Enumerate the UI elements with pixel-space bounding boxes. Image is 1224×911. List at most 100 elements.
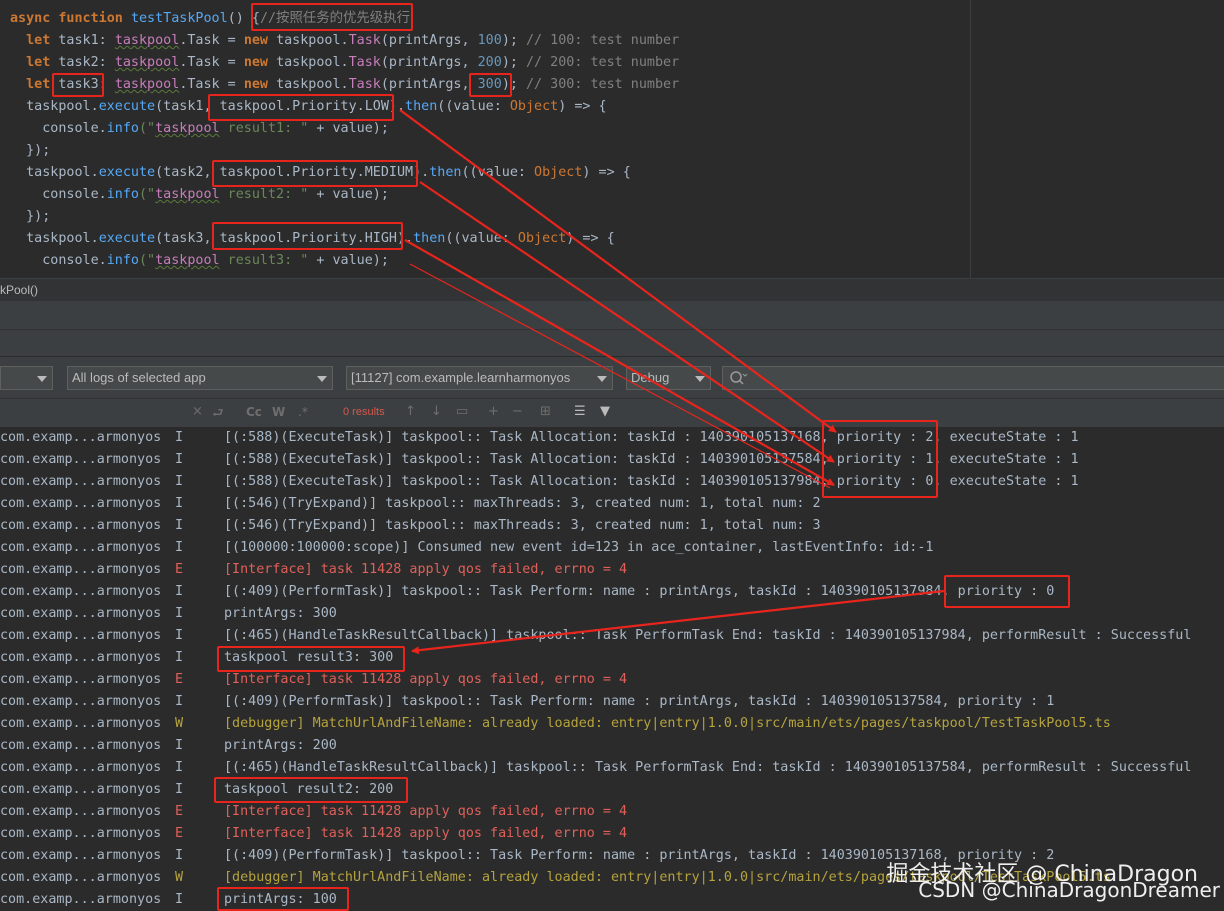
breadcrumb[interactable]: kPool() [0,278,1224,301]
log-row[interactable]: com.examp...armonyos I [(:409)(PerformTask… [0,691,1224,713]
code-token: taskpool. [10,99,99,114]
code-token: result1: " [219,121,309,136]
code-line[interactable]: }); [10,140,50,162]
open-in-window-icon[interactable]: ▭ [456,404,468,419]
code-token: new [243,55,277,70]
code-token: then [413,231,446,246]
log-row[interactable]: com.examp...armonyos Itaskpool result3: 3… [0,647,1224,669]
log-row[interactable]: com.examp...armonyos W [debugger] MatchUrl… [0,713,1224,735]
new-line-icon[interactable]: ⮐ [212,404,224,426]
log-row[interactable]: com.examp...armonyos I [(100000:100000:sco… [0,537,1224,559]
log-output[interactable]: com.examp...armonyos I [(:588)(ExecuteTask… [0,427,1224,911]
log-row[interactable]: com.examp...armonyos IprintArgs: 200 [0,735,1224,757]
remove-selection-icon[interactable]: − [512,404,523,419]
code-line[interactable]: }); [10,206,50,228]
log-row[interactable]: com.examp...armonyos E [Interface] task 11… [0,669,1224,691]
log-level: E [175,562,184,577]
chevron-down-icon [695,376,705,382]
app-log-filter-select[interactable]: All logs of selected app [67,366,333,390]
code-token: = [219,77,244,92]
code-token: }); [10,209,51,224]
code-token: then [405,99,438,114]
code-token: taskpool [155,253,220,268]
process-select[interactable]: [11127] com.example.learnharmonyos [346,366,613,390]
log-row[interactable]: com.examp...armonyos I [(:465)(HandleTaskR… [0,625,1224,647]
log-row[interactable]: com.examp...armonyos E [Interface] task 11… [0,801,1224,823]
clear-search-icon[interactable]: × [192,404,203,419]
log-tag: com.examp...armonyos [0,584,162,599]
code-token: ); [501,55,526,70]
log-message: printArgs: 300 [224,606,337,621]
log-row[interactable]: com.examp...armonyos I [(:546)(TryExpand)]… [0,515,1224,537]
log-message: [Interface] task 11428 apply qos failed,… [224,804,628,819]
log-row[interactable]: com.examp...armonyos E [Interface] task 11… [0,823,1224,845]
device-select[interactable] [0,366,53,390]
log-tag: com.examp...armonyos [0,826,162,841]
code-token: // 200: test number [526,55,680,70]
code-line[interactable]: let task2: taskpool.Task = new taskpool.… [10,52,679,74]
log-row[interactable]: com.examp...armonyos I [(:465)(HandleTaskR… [0,757,1224,779]
log-level: I [175,452,184,467]
match-case-toggle[interactable]: Cc [246,405,262,419]
log-message: [Interface] task 11428 apply qos failed,… [224,826,628,841]
log-tag: com.examp...armonyos [0,870,162,885]
log-message: [(:465)(HandleTaskResultCallback)] taskp… [224,760,1192,775]
code-editor[interactable]: async function testTaskPool() {//按照任务的优先… [0,0,1224,278]
code-token: 100 [477,33,502,48]
log-tag: com.examp...armonyos [0,430,162,445]
highlight-result2 [214,777,408,803]
log-level: E [175,672,184,687]
add-selection-icon[interactable]: + [488,404,499,419]
code-line[interactable]: let task3: taskpool.Task = new taskpool.… [10,74,679,96]
funnel-filter-icon[interactable]: ▼ [600,404,610,419]
regex-toggle[interactable]: .* [298,405,308,419]
code-token: task1: [58,33,115,48]
log-message: [Interface] task 11428 apply qos failed,… [224,672,628,687]
breadcrumb-function[interactable]: kPool() [0,283,38,297]
log-level-select[interactable]: Debug [626,366,711,390]
log-level: I [175,760,184,775]
code-token: info [106,121,139,136]
code-token: Object [509,99,559,114]
highlight-300 [469,73,512,97]
code-line[interactable]: console.info("taskpool result1: " + valu… [10,118,389,140]
log-tag: com.examp...armonyos [0,606,162,621]
highlight-printargs-100 [217,887,349,911]
log-row[interactable]: com.examp...armonyos Itaskpool result2: 2… [0,779,1224,801]
code-token: + value); [308,253,389,268]
code-token: Object [517,231,567,246]
code-token: execute [98,99,156,114]
log-level: I [175,474,184,489]
log-tag: com.examp...armonyos [0,540,162,555]
log-tag: com.examp...armonyos [0,452,162,467]
next-occurrence-icon[interactable]: ↓ [431,404,442,419]
log-row[interactable]: com.examp...armonyos I [(:546)(TryExpand)]… [0,493,1224,515]
log-row[interactable]: com.examp...armonyos I [(:588)(ExecuteTask… [0,471,1224,493]
code-token: + value); [308,121,389,136]
log-level: I [175,540,184,555]
code-line[interactable]: let task1: taskpool.Task = new taskpool.… [10,30,679,52]
log-search-toolbar: × ⮐ Cc W .* 0 results ↑ ↓ ▭ + − ⊞ ☰ ▼ [0,398,1224,428]
code-token: async [10,11,59,26]
log-search-input[interactable] [722,366,1224,390]
whole-words-toggle[interactable]: W [272,405,285,419]
log-message: [(100000:100000:scope)] Consumed new eve… [224,540,934,555]
previous-occurrence-icon[interactable]: ↑ [405,404,416,419]
filter-results-icon[interactable]: ☰ [574,404,586,419]
code-token: execute [98,231,156,246]
highlight-perform-priority [944,575,1070,608]
log-level: I [175,650,184,665]
code-token: taskpool. [276,33,349,48]
log-tag: com.examp...armonyos [0,738,162,753]
code-token: execute [98,165,156,180]
panel-header [0,301,1224,356]
select-all-occurrences-icon[interactable]: ⊞ [540,404,551,419]
log-tag: com.examp...armonyos [0,892,162,907]
log-row[interactable]: com.examp...armonyos I [(:588)(ExecuteTask… [0,427,1224,449]
code-line[interactable]: console.info("taskpool result2: " + valu… [10,184,389,206]
log-row[interactable]: com.examp...armonyos I [(:588)(ExecuteTask… [0,449,1224,471]
code-line[interactable]: console.info("taskpool result3: " + valu… [10,250,389,272]
code-token: Object [534,165,583,180]
log-level: W [175,870,184,885]
